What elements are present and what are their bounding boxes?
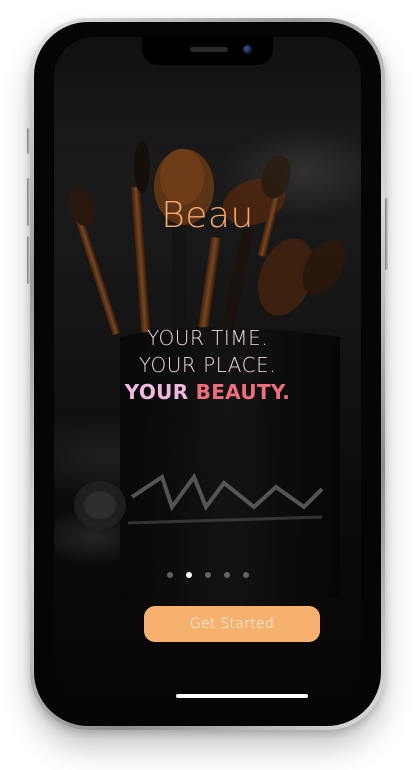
app-screen: Beau YOUR TIME. YOUR PLACE. YOUR BEAUTY.… (54, 37, 361, 710)
page-dot[interactable] (204, 572, 211, 578)
page-indicator (54, 572, 361, 578)
app-brand-name: Beau (161, 195, 254, 236)
get-started-button[interactable]: Get Started (144, 606, 320, 642)
phone-frame: Beau YOUR TIME. YOUR PLACE. YOUR BEAUTY.… (27, 18, 388, 730)
page-dot-active[interactable] (185, 572, 192, 578)
tagline-beauty-word: BEAUTY. (195, 380, 291, 404)
tagline-line-3: YOUR BEAUTY. (54, 379, 361, 406)
volume-up-button (27, 178, 30, 226)
device-mockup-canvas: Beau YOUR TIME. YOUR PLACE. YOUR BEAUTY.… (0, 0, 417, 770)
tagline-line-1: YOUR TIME. (146, 326, 269, 350)
power-button (385, 198, 388, 270)
page-dot[interactable] (166, 572, 173, 578)
home-indicator[interactable] (176, 694, 308, 698)
phone-bezel: Beau YOUR TIME. YOUR PLACE. YOUR BEAUTY.… (34, 22, 381, 726)
tagline-your-word: YOUR (124, 380, 189, 404)
page-dot[interactable] (223, 572, 230, 578)
page-dot[interactable] (242, 572, 249, 578)
onboarding-tagline: YOUR TIME. YOUR PLACE. YOUR BEAUTY. (54, 325, 361, 406)
phone-notch (142, 37, 273, 65)
earpiece-speaker-icon (190, 47, 228, 52)
mute-switch (27, 128, 30, 154)
tagline-line-2: YOUR PLACE. (138, 353, 277, 377)
front-camera-icon (243, 45, 252, 54)
volume-down-button (27, 236, 30, 284)
